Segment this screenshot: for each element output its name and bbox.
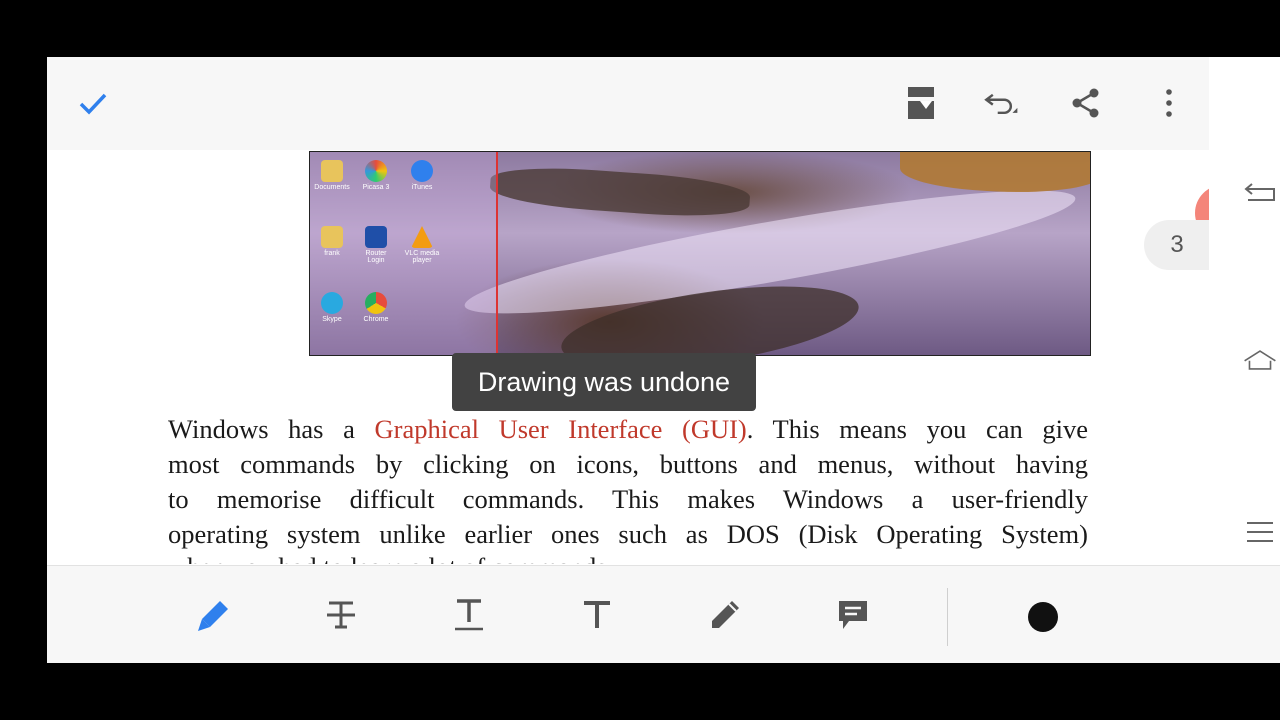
document-view[interactable]: Documents Picasa 3 iTunes frank Router L…	[47, 150, 1209, 565]
back-icon[interactable]	[1243, 178, 1277, 206]
desktop-icon: Router Login	[356, 226, 396, 264]
desktop-icon-label: Chrome	[363, 316, 389, 323]
desktop-icon-label: iTunes	[411, 184, 433, 191]
desktop-icon: VLC media player	[402, 226, 442, 264]
strikethrough-icon[interactable]	[320, 594, 362, 636]
undo-toast: Drawing was undone	[452, 353, 756, 411]
desktop-icon: Picasa 3	[356, 160, 396, 191]
paragraph-line: operating system unlike earlier ones suc…	[168, 519, 1088, 549]
ink-color-swatch[interactable]	[1028, 602, 1058, 632]
desktop-icon: iTunes	[402, 160, 442, 191]
undo-icon[interactable]	[983, 85, 1019, 121]
cut-off-line: when you had to learn a lot of commands	[168, 552, 607, 564]
share-icon[interactable]	[1068, 85, 1104, 121]
page-indicator[interactable]: 3	[1144, 220, 1210, 270]
underline-icon[interactable]	[448, 594, 490, 636]
text-icon[interactable]	[576, 594, 618, 636]
pencil-icon[interactable]	[704, 594, 746, 636]
paragraph-line: most commands by clicking on icons, butt…	[168, 449, 1088, 479]
desktop-icon-label: Picasa 3	[362, 184, 390, 191]
desktop-icons-panel: Documents Picasa 3 iTunes frank Router L…	[310, 152, 498, 355]
recents-icon[interactable]	[1243, 518, 1277, 546]
desktop-icon-label: Documents	[314, 184, 350, 191]
comment-icon[interactable]	[832, 594, 874, 636]
system-nav-rail	[1209, 150, 1280, 565]
page-mode-icon[interactable]	[903, 85, 939, 121]
desktop-icon: frank	[312, 226, 352, 257]
desktop-icon: Skype	[312, 292, 352, 323]
top-app-bar	[47, 57, 1209, 151]
highlighter-icon[interactable]	[193, 594, 235, 636]
document-paragraph: Windows has a Graphical User Interface (…	[168, 412, 1088, 552]
app-screen: Documents Picasa 3 iTunes frank Router L…	[47, 57, 1280, 663]
home-icon[interactable]	[1243, 346, 1277, 374]
paragraph-line: Windows has a Graphical User Interface (…	[168, 414, 1088, 444]
toolbar-divider	[947, 588, 948, 646]
desktop-icon-label: VLC media player	[404, 250, 440, 264]
annotation-toolbar	[47, 565, 1280, 663]
more-vert-icon[interactable]	[1151, 85, 1187, 121]
gui-highlight-text: Graphical User Interface (GUI)	[374, 414, 747, 444]
desktop-icon-label: frank	[324, 250, 340, 257]
document-image: Documents Picasa 3 iTunes frank Router L…	[309, 151, 1091, 356]
paragraph-line: to memorise difficult commands. This mak…	[168, 484, 1088, 514]
check-icon[interactable]	[75, 85, 111, 121]
desktop-icon-label: Skype	[322, 316, 342, 323]
desktop-icon: Chrome	[356, 292, 396, 323]
desktop-icon: Documents	[312, 160, 352, 191]
desktop-icon-label: Router Login	[365, 250, 387, 264]
